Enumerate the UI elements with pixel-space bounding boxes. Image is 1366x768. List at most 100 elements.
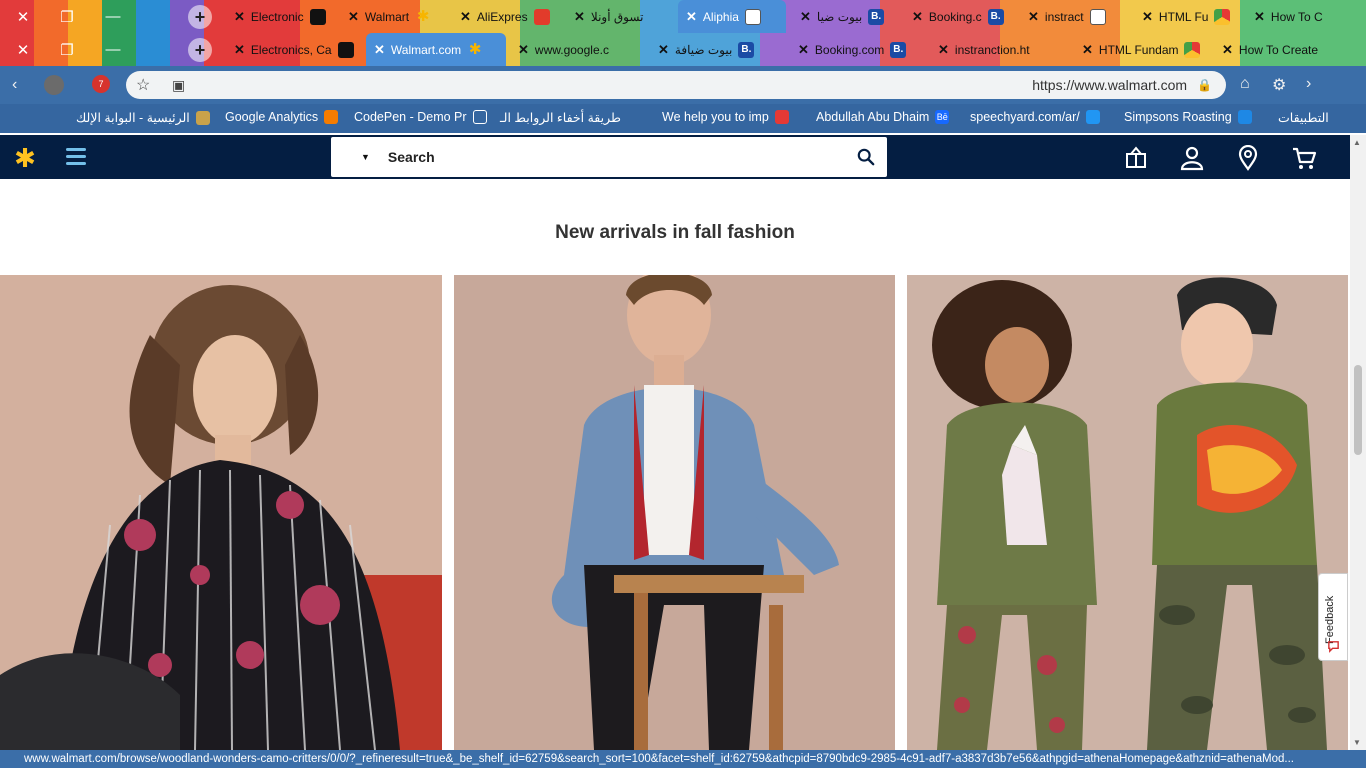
close-window-icon[interactable]: ✕: [6, 33, 40, 66]
store-locator-pin-icon[interactable]: [1235, 145, 1261, 171]
close-tab-icon[interactable]: ✕: [518, 42, 529, 58]
close-tab-icon[interactable]: ✕: [234, 9, 245, 25]
bookmark-label: الرئيسية - البوابة الإلك: [76, 111, 190, 125]
new-tab-button[interactable]: +: [188, 5, 212, 29]
close-tab-icon[interactable]: ✕: [798, 42, 809, 58]
close-tab-icon[interactable]: ✕: [460, 9, 471, 25]
analytics-icon: [324, 110, 339, 124]
tab-walmart[interactable]: ✕ Walmart ✱: [340, 0, 448, 33]
close-tab-icon[interactable]: ✕: [800, 9, 811, 25]
extension-badge-icon[interactable]: 7: [92, 75, 110, 93]
tab-guest-houses[interactable]: ✕ بيوت ضيافة B.: [650, 33, 786, 66]
tab-instraction[interactable]: ✕ instranction.ht: [930, 33, 1070, 66]
feedback-tab[interactable]: Feedback: [1318, 573, 1348, 661]
tab-label: بيوت ضيافة: [674, 42, 733, 57]
link-status-bar: www.walmart.com/browse/woodland-wonders-…: [0, 750, 1366, 768]
bookmark-abdullah[interactable]: Abdullah Abu Dhaim Bē: [816, 110, 950, 124]
bookmark-apps[interactable]: التطبيقات: [1278, 110, 1329, 125]
bookmark-codepen[interactable]: CodePen - Demo Pr: [354, 110, 487, 124]
tab-booking[interactable]: ✕ Booking.c B.: [904, 0, 1016, 33]
minimize-window-icon[interactable]: —: [96, 0, 130, 33]
close-tab-icon[interactable]: ✕: [1142, 9, 1153, 25]
minimize-window-icon[interactable]: —: [96, 33, 130, 66]
search-input[interactable]: [387, 149, 828, 165]
settings-gear-icon[interactable]: ⚙: [1272, 75, 1286, 95]
close-tab-icon[interactable]: ✕: [234, 42, 245, 58]
new-tab-button[interactable]: +: [188, 38, 212, 62]
close-tab-icon[interactable]: ✕: [686, 9, 697, 25]
close-window-icon[interactable]: ✕: [6, 0, 40, 33]
tab-instraction[interactable]: ✕ instract: [1020, 0, 1130, 33]
scroll-down-arrow-icon[interactable]: ▼: [1353, 738, 1361, 747]
tab-label: instract: [1044, 9, 1084, 24]
tab-electronics[interactable]: ✕ Electronic: [226, 0, 336, 33]
search-icon[interactable]: [857, 148, 875, 166]
close-tab-icon[interactable]: ✕: [658, 42, 669, 58]
bookmark-speechyard[interactable]: speechyard.com/ar/: [970, 110, 1100, 124]
reorder-icon[interactable]: [1123, 145, 1149, 171]
tab-booking[interactable]: ✕ Booking.com B.: [790, 33, 926, 66]
url-field[interactable]: ☆ ▣ https://www.walmart.com 🔒: [126, 71, 1226, 99]
walmart-spark-logo-icon[interactable]: ✱: [10, 143, 40, 173]
booking-icon: B.: [890, 41, 907, 58]
codepen-icon: [472, 110, 487, 124]
scrollbar-thumb[interactable]: [1354, 365, 1362, 455]
kids-fall-fashion-card[interactable]: [907, 275, 1348, 750]
bookmark-star-icon[interactable]: ☆: [136, 75, 150, 95]
bookmark-portal[interactable]: الرئيسية - البوابة الإلك: [76, 110, 210, 125]
tab-google[interactable]: ✕ www.google.c: [510, 33, 646, 66]
men-fall-fashion-card[interactable]: [454, 275, 895, 750]
close-tab-icon[interactable]: ✕: [938, 42, 949, 58]
forward-arrow-icon[interactable]: ›: [1306, 75, 1311, 93]
close-tab-icon[interactable]: ✕: [1254, 9, 1265, 25]
scroll-up-arrow-icon[interactable]: ▲: [1353, 138, 1361, 147]
restore-window-icon[interactable]: ❐: [50, 33, 84, 66]
bookmark-hide-links[interactable]: طريقة أخفاء الروابط الـ: [500, 110, 621, 125]
profile-avatar-icon[interactable]: [44, 75, 64, 95]
bookmark-label: Simpsons Roasting: [1124, 110, 1232, 124]
tab-how-to-create[interactable]: ✕ How To C: [1246, 0, 1366, 33]
tab-guest-houses[interactable]: ✕ بيوت ضيا B.: [792, 0, 900, 33]
bookmark-label: CodePen - Demo Pr: [354, 110, 467, 124]
tab-label: Walmart.com: [390, 42, 462, 57]
menu-hamburger-icon[interactable]: [62, 143, 90, 171]
account-icon[interactable]: [1179, 145, 1205, 171]
address-bar-area: ‹ 7 ☆ ▣ https://www.walmart.com 🔒 ⌂ ⚙ ›: [0, 66, 1366, 104]
tab-electronics[interactable]: ✕ Electronics, Ca: [226, 33, 362, 66]
bookmark-simpsons[interactable]: Simpsons Roasting: [1124, 110, 1252, 124]
chrome-icon: [1184, 41, 1201, 58]
close-tab-icon[interactable]: ✕: [1222, 42, 1233, 58]
walmart-spark-icon: ✱: [468, 40, 482, 58]
tab-aliphia[interactable]: ✕ Aliphia: [678, 0, 786, 33]
close-tab-icon[interactable]: ✕: [1082, 42, 1093, 58]
back-arrow-icon[interactable]: ‹: [12, 76, 17, 94]
tab-how-to-create[interactable]: ✕ How To Create: [1214, 33, 1366, 66]
tab-label: AliExpres: [476, 9, 528, 24]
tab-walmart[interactable]: ✕ Walmart.com ✱: [366, 33, 506, 66]
tab-label: Booking.com: [814, 42, 885, 57]
site-icon: [774, 110, 789, 124]
translate-icon[interactable]: ▣: [172, 77, 185, 94]
close-tab-icon[interactable]: ✕: [1028, 9, 1039, 25]
page-scrollbar[interactable]: ▲ ▼: [1350, 135, 1366, 750]
close-tab-icon[interactable]: ✕: [348, 9, 359, 25]
search-department-dropdown-icon[interactable]: ▼: [361, 152, 370, 162]
tab-html-fundamentals[interactable]: ✕ HTML Fundam: [1074, 33, 1210, 66]
tab-label: بيوت ضيا: [816, 9, 863, 24]
cart-icon[interactable]: [1291, 145, 1317, 171]
tab-shop-online[interactable]: ✕ تسوق أونلا: [566, 0, 672, 33]
close-tab-icon[interactable]: ✕: [912, 9, 923, 25]
tab-html-fundamentals[interactable]: ✕ HTML Fu: [1134, 0, 1242, 33]
bookmark-we-help-you[interactable]: We help you to imp: [662, 110, 789, 124]
women-fall-fashion-card[interactable]: [0, 275, 442, 750]
bookmark-google-analytics[interactable]: Google Analytics: [225, 110, 339, 124]
speechyard-icon: [1085, 110, 1100, 124]
restore-window-icon[interactable]: ❐: [50, 0, 84, 33]
close-tab-icon[interactable]: ✕: [574, 9, 585, 25]
search-bar: ▼: [331, 137, 887, 177]
home-icon[interactable]: ⌂: [1240, 75, 1250, 93]
close-tab-icon[interactable]: ✕: [374, 42, 385, 58]
bookmarks-bar: الرئيسية - البوابة الإلك Google Analytic…: [0, 104, 1366, 133]
bookmark-label: speechyard.com/ar/: [970, 110, 1080, 124]
tab-aliexpress[interactable]: ✕ AliExpres: [452, 0, 562, 33]
